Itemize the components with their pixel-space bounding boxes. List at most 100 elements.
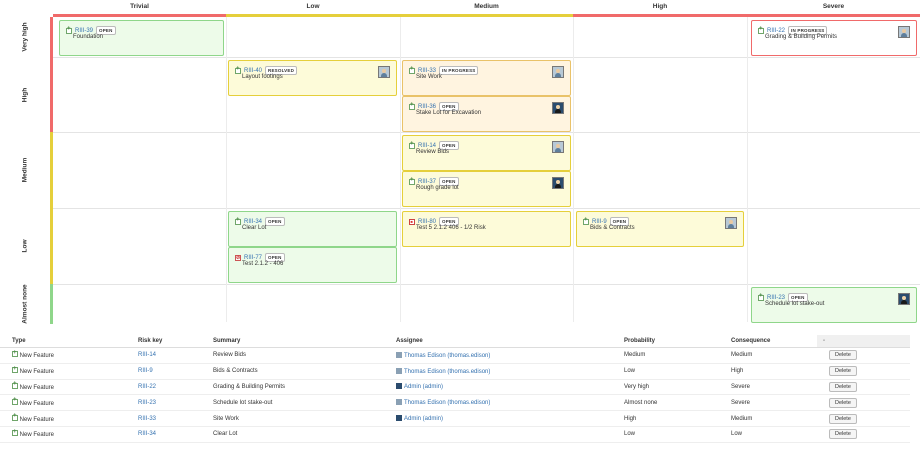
row-label: Almost none (21, 284, 29, 324)
type-label: New Feature (19, 416, 55, 423)
key-cell[interactable]: RIII-23 (126, 394, 201, 412)
assignee-link[interactable]: Thomas Edison (thomas.edison) (404, 400, 490, 406)
consequence-cell: Low (719, 426, 817, 443)
consequence-cell: Severe (719, 379, 817, 396)
grid-line (747, 17, 748, 322)
risk-key-link[interactable]: RIII-9 (138, 368, 153, 374)
table-row: New Feature RIII-23 Schedule lot stake-o… (0, 394, 910, 412)
risk-key-link[interactable]: RIII-33 (138, 416, 156, 422)
action-cell: Delete (817, 426, 910, 443)
key-cell[interactable]: RIII-9 (126, 363, 201, 380)
avatar (378, 66, 390, 78)
risk-card[interactable]: RIII-33IN PROGRESS Site Work (402, 60, 571, 96)
col-header-high: High (573, 0, 747, 17)
risk-card[interactable]: RIII-34OPEN Clear Lot (228, 211, 397, 247)
assignee-cell[interactable]: Thomas Edison (thomas.edison) (384, 363, 612, 380)
risk-card[interactable]: RIII-39OPEN Foundation (59, 20, 224, 56)
risk-key-link[interactable]: RIII-22 (138, 384, 156, 390)
risk-key-link[interactable]: RIII-37 (418, 179, 436, 185)
risk-key-link[interactable]: RIII-36 (418, 104, 436, 110)
action-cell: Delete (817, 347, 910, 364)
risk-key-link[interactable]: RIII-22 (767, 28, 785, 34)
risk-key-link[interactable]: RIII-9 (592, 219, 607, 225)
probability-cell: Medium (612, 347, 719, 364)
avatar (552, 66, 564, 78)
card-summary: Stake Lot for Excavation (416, 110, 482, 116)
grid-line (53, 208, 920, 209)
type-label: New Feature (19, 369, 55, 376)
risk-card[interactable]: RIII-9OPEN Bids & Contracts (576, 211, 744, 247)
risk-card[interactable]: RIII-37OPEN Rough grade lot (402, 171, 571, 207)
probability-cell: High (612, 410, 719, 427)
grid-line (573, 17, 574, 322)
assignee-link[interactable]: Admin (admin) (404, 416, 443, 422)
col-risk-key[interactable]: Risk key (126, 335, 201, 348)
assignee-link[interactable]: Thomas Edison (thomas.edison) (404, 353, 490, 359)
col-header-severe: Severe (747, 0, 920, 17)
row-header-very-high: Very high (0, 17, 53, 57)
table-row: New Feature RIII-9 Bids & Contracts Thom… (0, 363, 910, 380)
assignee-cell[interactable]: Thomas Edison (thomas.edison) (384, 347, 612, 364)
card-summary: Schedule lot stake-out (765, 301, 825, 307)
key-cell[interactable]: RIII-33 (126, 410, 201, 427)
new-feature-icon (12, 366, 18, 374)
delete-button[interactable]: Delete (829, 366, 857, 377)
risk-card[interactable]: RIII-40RESOLVED Layout footings (228, 60, 397, 96)
table-row: New Feature RIII-14 Review Bids Thomas E… (0, 347, 910, 364)
key-cell[interactable]: RIII-22 (126, 379, 201, 396)
risk-key-link[interactable]: RIII-34 (138, 431, 156, 437)
user-avatar-icon (396, 367, 402, 374)
col-probability[interactable]: Probability (612, 335, 719, 348)
new-feature-icon (12, 413, 18, 421)
risk-key-link[interactable]: RIII-34 (244, 219, 262, 225)
col-header-low: Low (226, 0, 400, 17)
new-feature-icon (758, 293, 764, 301)
risk-key-link[interactable]: RIII-14 (138, 352, 156, 358)
col-type[interactable]: Type (0, 335, 126, 348)
assignee-link[interactable]: Admin (admin) (404, 384, 443, 390)
summary-cell: Clear Lot (201, 426, 384, 443)
col-assignee[interactable]: Assignee (384, 335, 612, 348)
type-cell: New Feature (0, 426, 126, 443)
risk-key-link[interactable]: RIII-23 (767, 295, 785, 301)
card-summary: Site Work (416, 74, 442, 80)
row-header-high: High (0, 57, 53, 132)
risk-key-link[interactable]: RIII-39 (75, 28, 93, 34)
key-cell[interactable]: RIII-34 (126, 426, 201, 443)
summary-cell: Bids & Contracts (201, 363, 384, 380)
risk-card[interactable]: RIII-23OPEN Schedule lot stake-out (751, 287, 917, 323)
delete-button[interactable]: Delete (829, 381, 857, 392)
risk-key-link[interactable]: RIII-77 (244, 255, 262, 261)
risk-key-link[interactable]: RIII-23 (138, 400, 156, 406)
delete-button[interactable]: Delete (829, 413, 857, 424)
risk-card[interactable]: RIII-14OPEN Review Bids (402, 135, 571, 171)
assignee-cell[interactable]: Admin (admin) (384, 410, 612, 427)
risk-key-link[interactable]: RIII-80 (418, 219, 436, 225)
key-cell[interactable]: RIII-14 (126, 347, 201, 364)
assignee-cell[interactable]: Admin (admin) (384, 379, 612, 396)
type-cell: New Feature (0, 347, 126, 364)
col-summary[interactable]: Summary (201, 335, 384, 348)
new-feature-icon (583, 217, 589, 225)
delete-button[interactable]: Delete (829, 350, 857, 361)
risk-key-link[interactable]: RIII-40 (244, 68, 262, 74)
user-avatar-icon (396, 351, 402, 358)
probability-cell: Very high (612, 379, 719, 396)
new-feature-icon (409, 177, 415, 185)
user-avatar-icon (396, 399, 402, 406)
assignee-cell[interactable]: Thomas Edison (thomas.edison) (384, 394, 612, 412)
risk-card[interactable]: RIII-80OPEN Test 5 2.1.2 406 - 1/2 Risk (402, 211, 571, 247)
risk-key-link[interactable]: RIII-14 (418, 143, 436, 149)
risk-card[interactable]: RIII-77OPEN Test 2.1.2 - 406 (228, 247, 397, 283)
col-consequence[interactable]: Consequence (719, 335, 817, 348)
assignee-link[interactable]: Thomas Edison (thomas.edison) (404, 369, 490, 375)
risk-card[interactable]: RIII-36OPEN Stake Lot for Excavation (402, 96, 571, 132)
delete-button[interactable]: Delete (829, 397, 857, 408)
consequence-cell: Medium (719, 410, 817, 427)
table-row: New Feature RIII-33 Site Work Admin (adm… (0, 410, 910, 427)
card-summary: Grading & Building Permits (765, 34, 838, 40)
col-header-trivial: Trivial (53, 0, 226, 17)
delete-button[interactable]: Delete (829, 429, 857, 440)
risk-card[interactable]: RIII-22IN PROGRESS Grading & Building Pe… (751, 20, 917, 56)
risk-key-link[interactable]: RIII-33 (418, 68, 436, 74)
